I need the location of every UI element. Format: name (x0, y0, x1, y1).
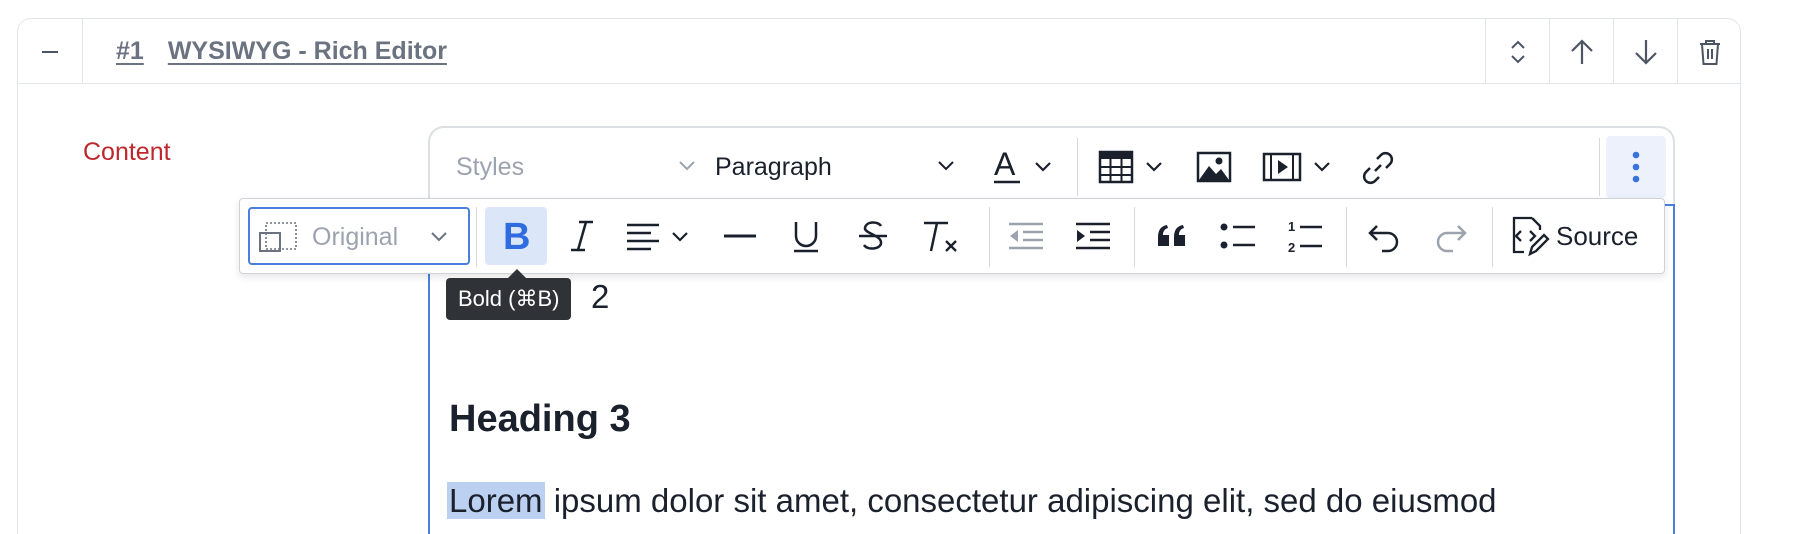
resize-dropdown-label: Original (312, 223, 399, 251)
toolbar-separator (989, 207, 990, 267)
toolbar-separator (476, 207, 477, 267)
italic-button[interactable] (552, 207, 614, 265)
image-button[interactable] (1196, 146, 1232, 188)
editor-toolbar: Styles Paragraph A (430, 128, 1673, 206)
bold-button[interactable]: B (485, 207, 547, 265)
field-label-content: Content (83, 138, 171, 166)
strikethrough-button[interactable] (842, 207, 904, 265)
paragraph-text: ipsum dolor sit amet, consectetur adipis… (544, 482, 1497, 519)
block-number: #1 (116, 37, 144, 65)
indent-icon (1076, 222, 1110, 250)
arrow-up-icon (1570, 38, 1593, 64)
image-balloon-toolbar: Original B 1 2 Source (239, 198, 1665, 274)
heading-dropdown[interactable]: Paragraph (715, 150, 965, 184)
numbered-list-button[interactable]: 1 2 (1274, 207, 1336, 265)
alignment-button[interactable] (622, 207, 694, 265)
horizontal-line-icon (724, 234, 756, 238)
link-button[interactable] (1360, 146, 1396, 188)
strikethrough-icon (859, 221, 887, 250)
svg-text:2: 2 (1288, 240, 1295, 255)
horizontal-line-button[interactable] (709, 207, 771, 265)
font-color-button[interactable]: A (992, 146, 1056, 188)
block-header: #1 WYSIWYG - Rich Editor (18, 19, 1740, 84)
heading-dropdown-label: Paragraph (715, 152, 832, 181)
bulleted-list-icon (1220, 223, 1255, 249)
rich-text-editor: Styles Paragraph A (428, 126, 1675, 534)
source-button-label: Source (1556, 220, 1639, 251)
undo-icon (1368, 225, 1399, 253)
resize-dropdown[interactable]: Original (248, 207, 470, 265)
block-title[interactable]: #1 WYSIWYG - Rich Editor (116, 37, 447, 66)
heading-3[interactable]: Heading 3 (449, 398, 631, 441)
paragraph[interactable]: Lorem ipsum dolor sit amet, consectetur … (447, 482, 1497, 520)
styles-dropdown-label: Styles (456, 152, 525, 181)
blockquote-button[interactable] (1141, 207, 1203, 265)
bold-icon: B (503, 216, 530, 256)
italic-icon (571, 220, 593, 252)
chevron-down-icon (679, 161, 695, 171)
move-down-button[interactable] (1613, 19, 1677, 84)
indent-button[interactable] (1062, 207, 1124, 265)
undo-button[interactable] (1353, 207, 1415, 265)
image-resize-icon (259, 222, 297, 252)
reorder-button[interactable] (1485, 19, 1549, 84)
chevron-up-down-icon (1510, 40, 1525, 63)
chevron-down-icon (431, 232, 447, 242)
source-icon (1512, 216, 1550, 257)
svg-text:A: A (994, 147, 1016, 182)
remove-format-icon (924, 221, 957, 252)
source-button[interactable]: Source (1508, 207, 1638, 265)
align-left-icon (627, 223, 688, 251)
selected-text: Lorem (447, 482, 545, 519)
toolbar-separator (1077, 138, 1078, 196)
redo-button[interactable] (1420, 207, 1482, 265)
toolbar-separator (1492, 207, 1493, 267)
table-button[interactable] (1098, 146, 1168, 188)
collapse-button[interactable] (18, 19, 83, 84)
table-icon (1098, 150, 1162, 184)
bulleted-list-button[interactable] (1207, 207, 1269, 265)
svg-text:1: 1 (1288, 219, 1295, 234)
styles-dropdown[interactable]: Styles (456, 150, 695, 184)
block-title-text: WYSIWYG - Rich Editor (167, 37, 447, 65)
toolbar-separator (1599, 138, 1600, 196)
media-button[interactable] (1262, 146, 1336, 188)
trash-icon (1699, 39, 1720, 65)
underline-icon (794, 222, 818, 253)
toolbar-separator (1134, 207, 1135, 267)
underline-button[interactable] (775, 207, 837, 265)
numbered-list-icon: 1 2 (1288, 219, 1322, 255)
heading-2-partial[interactable]: 2 (591, 278, 609, 316)
blockquote-icon (1158, 225, 1185, 246)
chevron-down-icon (938, 161, 954, 171)
outdent-button[interactable] (995, 207, 1057, 265)
outdent-icon (1009, 222, 1043, 250)
arrow-down-icon (1634, 39, 1657, 65)
bold-tooltip: Bold (⌘B) (446, 269, 572, 320)
more-vertical-icon (1632, 151, 1640, 183)
font-color-icon: A (994, 147, 1051, 184)
delete-block-button[interactable] (1677, 19, 1741, 84)
minus-icon (42, 50, 58, 53)
image-icon (1196, 151, 1232, 183)
toolbar-separator (1346, 207, 1347, 267)
more-items-button[interactable] (1606, 136, 1666, 198)
svg-text:B: B (503, 216, 530, 256)
redo-icon (1436, 225, 1467, 253)
remove-format-button[interactable] (909, 207, 971, 265)
media-icon (1262, 152, 1330, 182)
link-icon (1362, 151, 1394, 185)
move-up-button[interactable] (1549, 19, 1613, 84)
